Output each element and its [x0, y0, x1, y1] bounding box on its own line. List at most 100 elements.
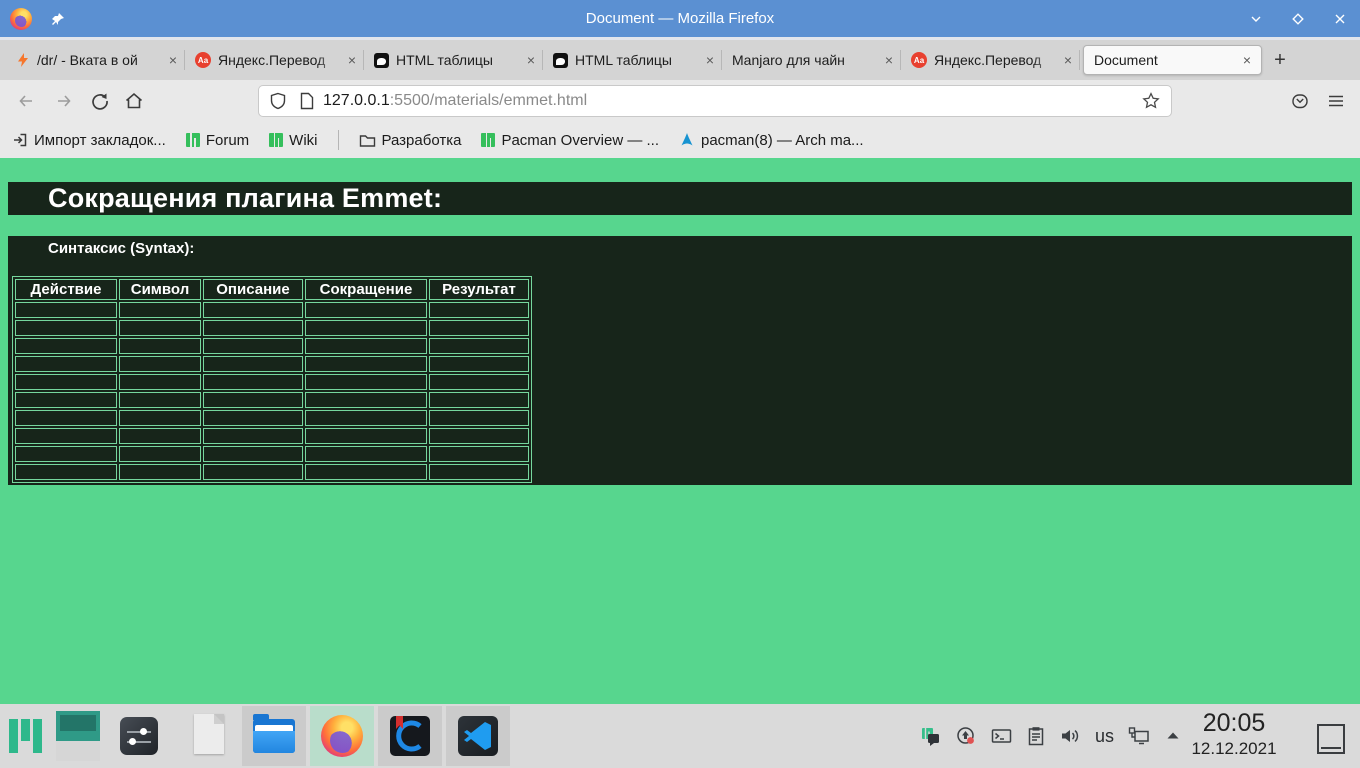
bookmark-label: Импорт закладок... [34, 131, 166, 149]
tab-close-icon[interactable]: × [881, 52, 893, 68]
tab-htmlbook-1[interactable]: HTML таблицы × [364, 40, 543, 80]
tab-yandex-translate-1[interactable]: Аа Яндекс.Перевод × [185, 40, 364, 80]
table-cell [305, 410, 427, 426]
tab-manjaro-guide[interactable]: Manjaro для чайн × [722, 40, 901, 80]
table-cell [203, 320, 303, 336]
menu-hamburger-icon[interactable] [1320, 85, 1352, 117]
syntax-subheading: Синтаксис (Syntax): [48, 240, 195, 257]
table-cell [119, 428, 201, 444]
terminal-tray-icon[interactable] [990, 725, 1013, 747]
tab-dvach[interactable]: /dr/ - Вката в ой × [6, 40, 185, 80]
tab-close-icon[interactable]: × [165, 52, 177, 68]
table-cell [305, 392, 427, 408]
bookmark-forum[interactable]: Forum [185, 132, 249, 149]
table-cell [15, 464, 117, 480]
settings-launcher[interactable] [120, 717, 158, 755]
table-header-cell: Символ [119, 279, 201, 300]
new-tab-button[interactable]: + [1265, 40, 1295, 80]
task-firefox[interactable] [310, 706, 374, 766]
minimize-button[interactable] [1248, 11, 1264, 27]
update-notifier-icon[interactable] [955, 725, 977, 747]
app-launcher-button[interactable] [8, 718, 44, 754]
pocket-icon[interactable] [1284, 85, 1316, 117]
tab-yandex-translate-2[interactable]: Аа Яндекс.Перевод × [901, 40, 1080, 80]
tab-bar: /dr/ - Вката в ой × Аа Яндекс.Перевод × … [0, 40, 1360, 80]
taskbar: us 20:05 12.12.2021 [0, 704, 1360, 768]
tab-close-icon[interactable]: × [1239, 52, 1251, 68]
tab-close-icon[interactable]: × [1060, 52, 1072, 68]
table-header-cell: Описание [203, 279, 303, 300]
task-ebook-reader[interactable] [378, 706, 442, 766]
display-tray-icon[interactable] [1127, 725, 1151, 747]
task-file-manager[interactable] [242, 706, 306, 766]
bookmark-wiki[interactable]: Wiki [269, 132, 318, 149]
page-heading-bar: Сокращения плагина Emmet: [8, 182, 1352, 215]
table-cell [119, 410, 201, 426]
url-bar[interactable]: 127.0.0.1:5500/materials/emmet.html [258, 85, 1172, 117]
table-cell [119, 392, 201, 408]
clipboard-tray-icon[interactable] [1026, 725, 1046, 747]
tab-label: Яндекс.Перевод [218, 52, 326, 68]
tab-close-icon[interactable]: × [702, 52, 714, 68]
table-cell [203, 464, 303, 480]
bookmark-label: Разработка [381, 131, 462, 149]
bookmark-label: pacman(8) — Arch ma... [701, 131, 864, 149]
tab-close-icon[interactable]: × [523, 52, 535, 68]
table-cell [119, 446, 201, 462]
htmlbook-icon [553, 52, 568, 68]
bookmark-import[interactable]: Импорт закладок... [12, 132, 166, 149]
pager-widget[interactable] [56, 711, 100, 761]
tab-label: HTML таблицы [575, 52, 672, 68]
close-button[interactable] [1332, 11, 1348, 27]
table-row [15, 392, 529, 408]
table-cell [305, 374, 427, 390]
tab-label: Document [1094, 52, 1158, 68]
reload-button[interactable] [84, 85, 116, 117]
show-desktop-widget[interactable] [1317, 724, 1345, 754]
back-button[interactable] [10, 85, 42, 117]
home-button[interactable] [118, 85, 150, 117]
table-cell [305, 302, 427, 318]
clock-time: 20:05 [1202, 709, 1266, 737]
bookmark-label: Pacman Overview — ... [501, 131, 659, 149]
bookmark-folder-dev[interactable]: Разработка [359, 131, 462, 149]
volume-icon[interactable] [1059, 725, 1082, 747]
table-header-cell: Сокращение [305, 279, 427, 300]
clock-date: 12.12.2021 [1191, 739, 1277, 758]
emmet-syntax-table: Действие Символ Описание Сокращение Результа… [12, 276, 532, 483]
bookmark-pacman-overview[interactable]: Pacman Overview — ... [481, 132, 659, 149]
digital-clock[interactable]: 20:05 12.12.2021 [1183, 708, 1285, 760]
url-text: 127.0.0.1:5500/materials/emmet.html [323, 92, 587, 110]
table-cell [119, 356, 201, 372]
table-cell [429, 356, 529, 372]
table-cell [305, 464, 427, 480]
manjaro-menu-icon [9, 719, 43, 753]
bookmark-star-icon[interactable] [1141, 91, 1161, 111]
table-cell [15, 410, 117, 426]
table-cell [305, 338, 427, 354]
forward-button[interactable] [48, 85, 80, 117]
shield-icon[interactable] [269, 92, 287, 110]
tray-expander-icon[interactable] [1164, 727, 1182, 745]
page-info-icon[interactable] [299, 92, 315, 110]
tab-close-icon[interactable]: × [344, 52, 356, 68]
document-launcher[interactable] [194, 714, 224, 754]
firefox-icon [321, 715, 363, 757]
maximize-button[interactable] [1290, 11, 1306, 27]
table-header-row: Действие Символ Описание Сокращение Результа… [15, 279, 529, 300]
table-cell [15, 302, 117, 318]
arch-linux-icon [681, 133, 693, 146]
table-cell [15, 338, 117, 354]
import-bookmarks-icon [14, 133, 27, 147]
task-vscode[interactable] [446, 706, 510, 766]
vscode-icon [458, 716, 498, 756]
keyboard-layout-indicator[interactable]: us [1095, 726, 1114, 747]
tab-htmlbook-2[interactable]: HTML таблицы × [543, 40, 722, 80]
bookmark-pacman-man[interactable]: pacman(8) — Arch ma... [679, 132, 864, 149]
tab-document-active[interactable]: Document × [1083, 45, 1262, 75]
manjaro-notifier-icon[interactable] [920, 725, 942, 747]
table-cell [203, 338, 303, 354]
table-cell [119, 464, 201, 480]
table-cell [203, 302, 303, 318]
table-row [15, 302, 529, 318]
